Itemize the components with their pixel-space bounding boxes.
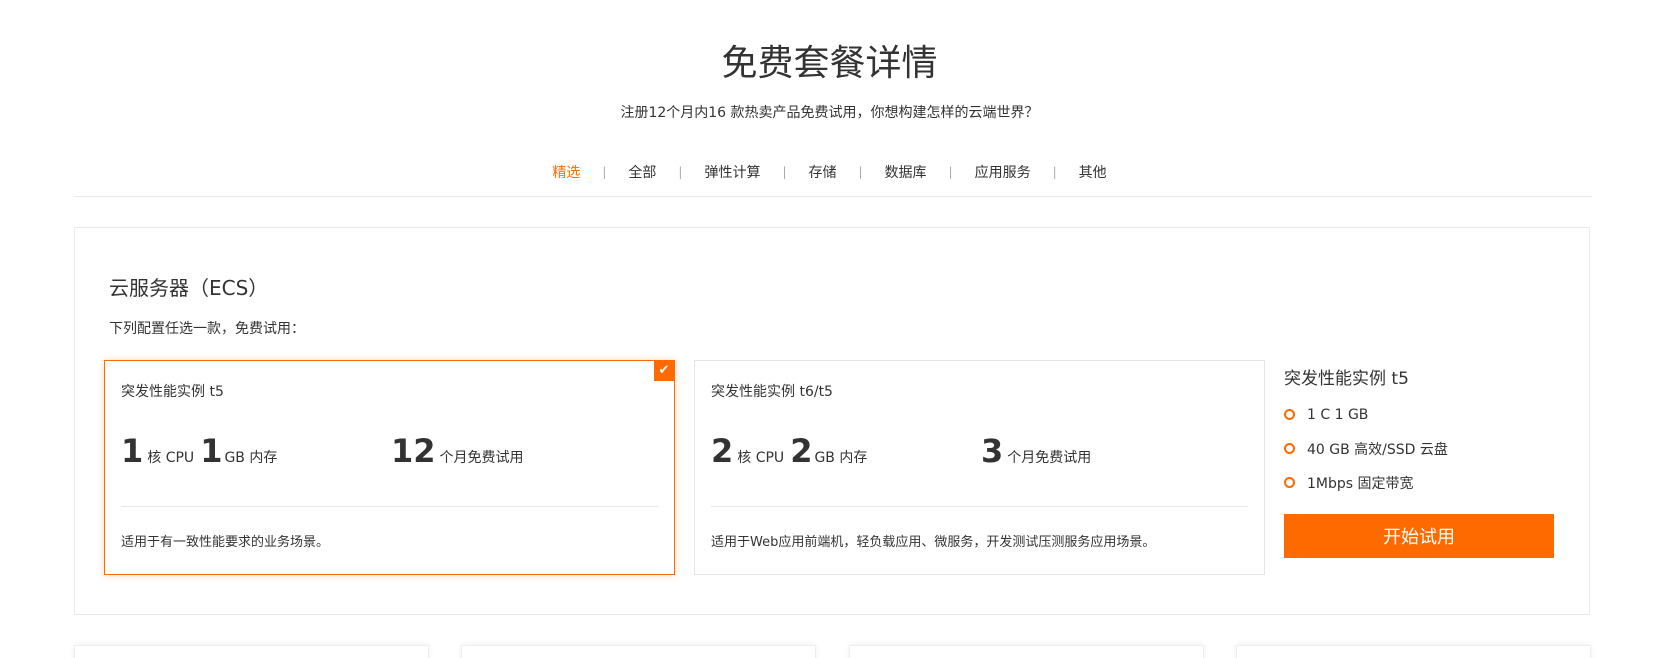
free-tier-page: 免费套餐详情 注册12个月内16 款热卖产品免费试用，你想构建怎样的云端世界？ … (0, 0, 1659, 658)
tab-app-services[interactable]: 应用服务 (973, 162, 1033, 182)
product-card[interactable] (849, 645, 1204, 658)
tab-all[interactable]: 全部 (626, 162, 658, 182)
product-card[interactable] (74, 645, 429, 658)
ecs-panel: 云服务器（ECS） 下列配置任选一款，免费试用： ✔ 突发性能实例 t5 1 核… (74, 227, 1590, 615)
tab-separator: | (1052, 165, 1057, 179)
memory-value: 2 (790, 432, 813, 470)
option-spec: 2 核 CPU 2 GB 内存 (711, 431, 873, 471)
tab-separator: | (782, 165, 787, 179)
tab-storage[interactable]: 存储 (807, 162, 839, 182)
memory-value: 1 (200, 432, 223, 470)
option-divider (121, 506, 658, 507)
ring-bullet-icon (1284, 409, 1295, 420)
tab-featured[interactable]: 精选 (550, 162, 582, 182)
check-icon: ✔ (654, 361, 674, 381)
feature-item: 40 GB 高效/SSD 云盘 (1284, 440, 1556, 458)
memory-unit: GB 内存 (224, 450, 278, 466)
product-card[interactable] (461, 645, 816, 658)
product-title: 云服务器（ECS） (109, 276, 269, 300)
page-title: 免费套餐详情 (721, 43, 938, 84)
cpu-unit: 核 CPU (147, 450, 195, 466)
option-trial: 12 个月免费试用 (391, 431, 530, 471)
tab-database[interactable]: 数据库 (883, 162, 929, 182)
selection-summary: 突发性能实例 t5 1 C 1 GB 40 GB 高效/SSD 云盘 1Mbps… (1284, 360, 1556, 558)
feature-text: 1Mbps 固定带宽 (1307, 475, 1414, 492)
cpu-unit: 核 CPU (737, 450, 785, 466)
option-name: 突发性能实例 t5 (121, 384, 224, 400)
start-trial-button[interactable]: 开始试用 (1284, 514, 1554, 558)
feature-text: 1 C 1 GB (1307, 406, 1369, 423)
memory-unit: GB 内存 (814, 450, 868, 466)
option-divider (711, 506, 1248, 507)
product-description: 下列配置任选一款，免费试用： (109, 321, 305, 337)
trial-unit: 个月免费试用 (439, 450, 524, 466)
feature-item: 1 C 1 GB (1284, 406, 1556, 423)
trial-months: 12 (391, 432, 436, 470)
feature-text: 40 GB 高效/SSD 云盘 (1307, 441, 1448, 458)
option-name: 突发性能实例 t6/t5 (711, 384, 833, 400)
tab-elastic-compute[interactable]: 弹性计算 (702, 162, 762, 182)
option-note: 适用于有一致性能要求的业务场景。 (121, 535, 330, 550)
tab-separator: | (948, 165, 953, 179)
tab-other[interactable]: 其他 (1077, 162, 1109, 182)
page-subtitle: 注册12个月内16 款热卖产品免费试用，你想构建怎样的云端世界？ (620, 105, 1039, 121)
tab-separator: | (858, 165, 863, 179)
option-spec: 1 核 CPU 1 GB 内存 (121, 431, 283, 471)
option-card-t5[interactable]: ✔ 突发性能实例 t5 1 核 CPU 1 GB 内存 12 个月免费试用 适用… (104, 360, 675, 575)
ring-bullet-icon (1284, 443, 1295, 454)
trial-unit: 个月免费试用 (1007, 450, 1092, 466)
option-card-t6-t5[interactable]: 突发性能实例 t6/t5 2 核 CPU 2 GB 内存 3 个月免费试用 适用… (694, 360, 1265, 575)
ring-bullet-icon (1284, 477, 1295, 488)
tab-separator: | (678, 165, 683, 179)
trial-months: 3 (981, 432, 1004, 470)
product-card[interactable] (1236, 645, 1591, 658)
summary-title: 突发性能实例 t5 (1284, 369, 1409, 389)
feature-item: 1Mbps 固定带宽 (1284, 474, 1556, 492)
option-trial: 3 个月免费试用 (981, 431, 1097, 471)
tabs-divider (74, 196, 1592, 197)
tab-separator: | (602, 165, 607, 179)
category-tabs: 精选 | 全部 | 弹性计算 | 存储 | 数据库 | 应用服务 | 其他 (0, 162, 1659, 182)
option-note: 适用于Web应用前端机，轻负载应用、微服务，开发测试压测服务应用场景。 (711, 535, 1156, 550)
cpu-value: 2 (711, 432, 734, 470)
cpu-value: 1 (121, 432, 144, 470)
